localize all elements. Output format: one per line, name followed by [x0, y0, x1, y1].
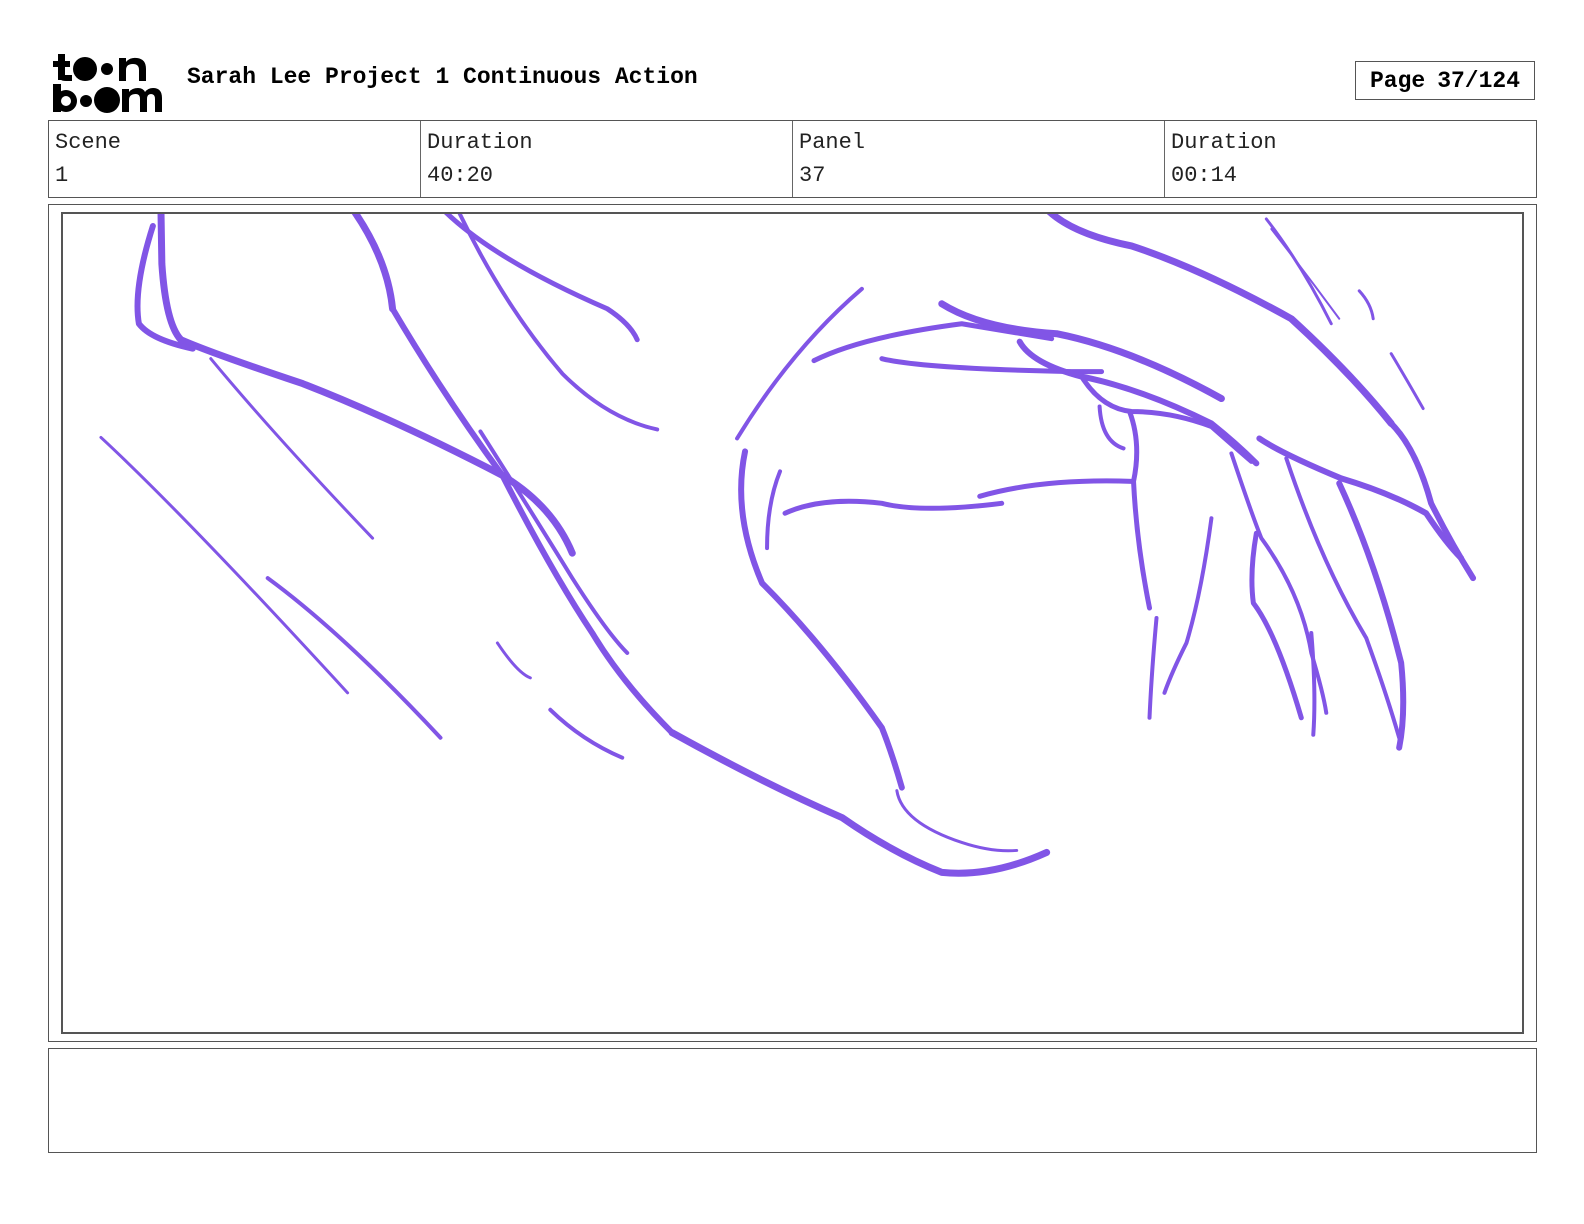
sketch-stroke — [444, 214, 640, 343]
sketch-stroke — [1079, 374, 1254, 464]
sketch-stroke — [157, 214, 576, 557]
panel-notes-box — [48, 1048, 1537, 1153]
panel-cell: Panel 37 — [792, 121, 1164, 197]
panel-duration-cell: Duration 00:14 — [1164, 121, 1536, 197]
page-number: 37/124 — [1437, 67, 1521, 94]
sketch-stroke — [389, 305, 676, 736]
sketch-stroke — [495, 641, 532, 680]
sketch-stroke — [782, 498, 1005, 516]
storyboard-panel — [61, 212, 1524, 1034]
panel-duration-value: 00:14 — [1171, 163, 1238, 188]
sketch-stroke — [1309, 630, 1317, 737]
storyboard-panel-frame — [48, 204, 1537, 1042]
page-label: Page — [1369, 67, 1426, 94]
sketch-stroke — [99, 435, 350, 695]
sketch-stroke — [1097, 404, 1126, 451]
sketch-stroke — [765, 469, 783, 551]
project-title: Sarah Lee Project 1 Continuous Action — [187, 64, 698, 90]
scene-duration-label: Duration — [427, 130, 533, 155]
sketch-stroke — [1357, 289, 1375, 321]
sketch-stroke — [895, 789, 1019, 853]
scene-label: Scene — [55, 130, 122, 155]
sketch-stroke — [938, 300, 1225, 403]
sketch-stroke — [478, 429, 630, 655]
panel-duration-label: Duration — [1171, 130, 1277, 155]
sketch-stroke — [879, 356, 1105, 375]
sketch-stroke — [1336, 480, 1407, 751]
sketch-stroke — [209, 357, 375, 540]
toon-boom-logo-icon — [53, 54, 162, 113]
scene-duration-cell: Duration 40:20 — [420, 121, 792, 197]
sketch-stroke — [548, 707, 625, 760]
page-indicator: Page 37/124 — [1355, 61, 1535, 100]
sketch-stroke — [1270, 227, 1341, 320]
sketch-stroke — [977, 478, 1135, 499]
scene-cell: Scene 1 — [49, 121, 420, 197]
sketch-stroke — [735, 286, 864, 441]
scene-value: 1 — [55, 163, 69, 188]
sketch-stroke — [265, 576, 443, 740]
panel-info-table: Scene 1 Duration 40:20 Panel 37 Duration… — [48, 120, 1537, 198]
scene-duration-value: 40:20 — [427, 163, 494, 188]
sketch-stroke — [1127, 409, 1153, 611]
sketch-stroke — [1389, 352, 1425, 411]
sketch-stroke — [1147, 616, 1159, 720]
sketch-stroke — [351, 214, 397, 313]
panel-value: 37 — [799, 163, 826, 188]
sketch-stroke — [668, 729, 1051, 877]
hand-sketch-drawing — [99, 214, 1477, 877]
sketch-stroke — [1162, 516, 1214, 695]
panel-label: Panel — [799, 130, 866, 155]
